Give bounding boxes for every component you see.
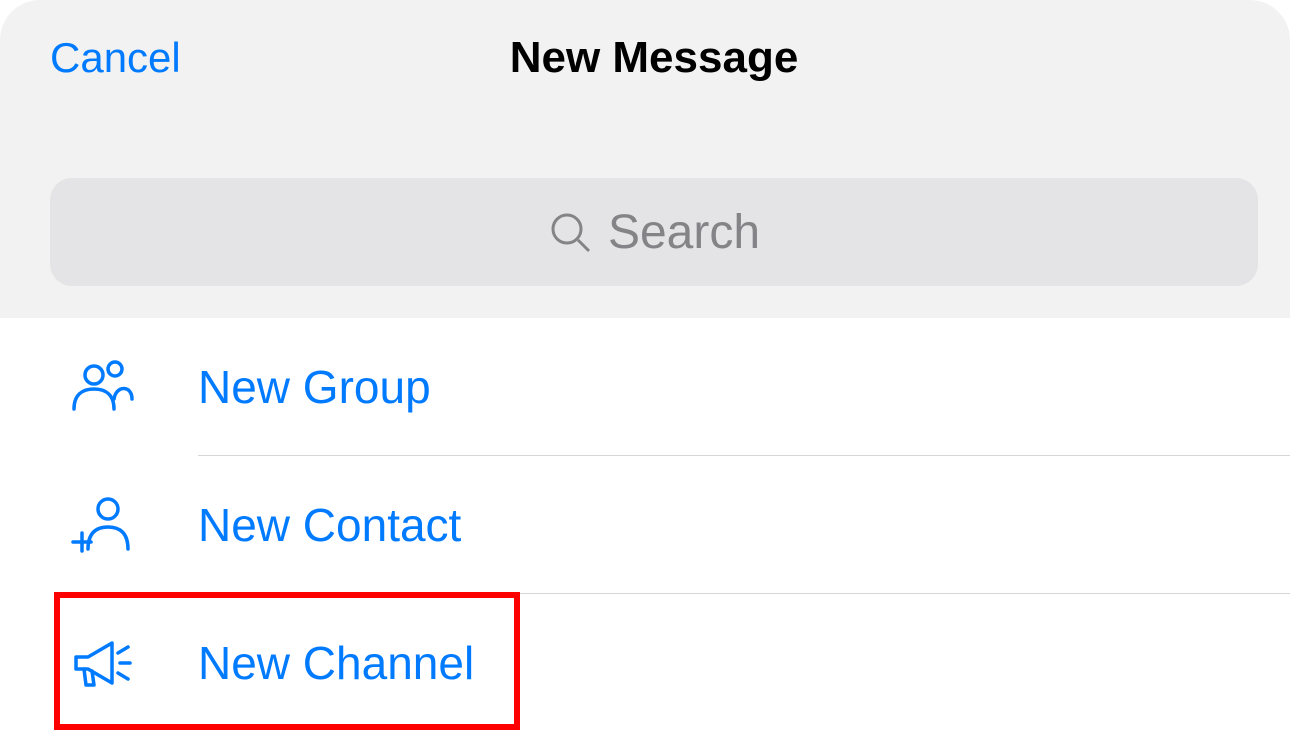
megaphone-icon xyxy=(68,628,138,698)
new-contact-button[interactable]: New Contact xyxy=(0,456,1290,594)
group-icon xyxy=(68,352,138,422)
option-label: New Contact xyxy=(198,498,461,552)
page-title: New Message xyxy=(510,33,799,83)
search-placeholder: Search xyxy=(608,205,760,260)
new-group-button[interactable]: New Group xyxy=(0,318,1290,456)
search-container: Search xyxy=(50,178,1258,286)
option-label: New Group xyxy=(198,360,431,414)
header: Cancel New Message Search xyxy=(0,0,1290,318)
search-icon xyxy=(548,210,592,254)
search-input[interactable]: Search xyxy=(50,178,1258,286)
add-contact-icon xyxy=(68,490,138,560)
option-label: New Channel xyxy=(198,636,474,690)
header-top: Cancel New Message xyxy=(50,28,1258,88)
options-list: New Group New Contact New Channel xyxy=(0,318,1290,732)
cancel-button[interactable]: Cancel xyxy=(50,34,181,82)
new-channel-button[interactable]: New Channel xyxy=(0,594,1290,732)
